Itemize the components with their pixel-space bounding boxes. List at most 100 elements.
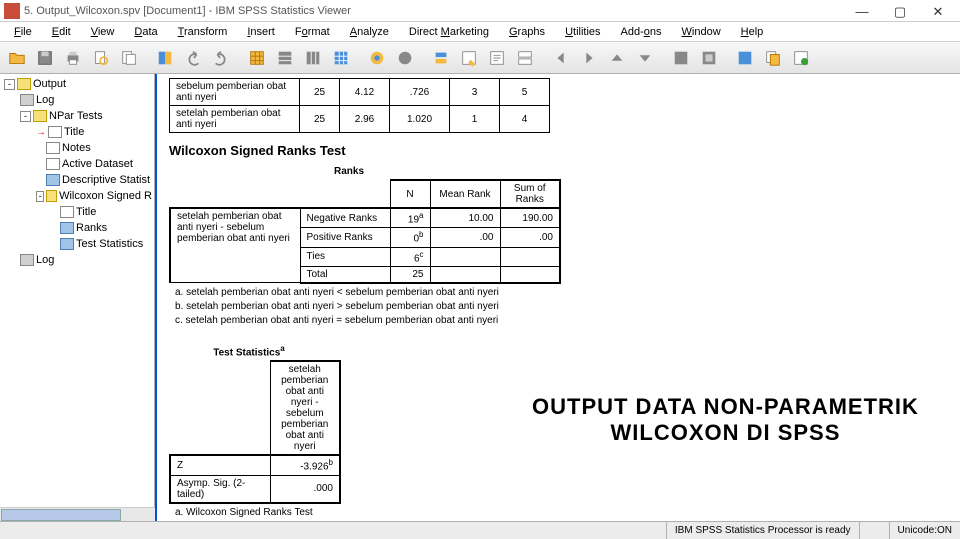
tree-notes[interactable]: Notes (62, 142, 91, 154)
variables-icon[interactable] (300, 45, 326, 71)
total-n: 25 (390, 266, 430, 283)
content-pane[interactable]: sebelum pemberian obat anti nyeri 25 4.1… (155, 74, 960, 521)
run-icon[interactable] (788, 45, 814, 71)
menu-utilities[interactable]: Utilities (557, 24, 608, 40)
save-icon[interactable] (32, 45, 58, 71)
title-bar: 5. Output_Wilcoxon.spv [Document1] - IBM… (0, 0, 960, 22)
export-icon[interactable] (116, 45, 142, 71)
menu-direct-marketing[interactable]: Direct Marketing (401, 24, 497, 40)
tree-title[interactable]: Title (64, 126, 84, 138)
cell: 4 (500, 106, 550, 133)
col-label: setelah pemberian obat anti nyeri - sebe… (270, 361, 340, 455)
tree-log1[interactable]: Log (36, 94, 54, 106)
z-label: Z (170, 455, 270, 475)
tree-output[interactable]: Output (33, 78, 66, 90)
log-icon (20, 254, 34, 266)
open-icon[interactable] (4, 45, 30, 71)
select-icon[interactable] (328, 45, 354, 71)
syntax-icon[interactable] (732, 45, 758, 71)
status-processor: IBM SPSS Statistics Processor is ready (666, 522, 859, 539)
tree-active[interactable]: Active Dataset (62, 158, 133, 170)
chart2-icon[interactable] (392, 45, 418, 71)
outline-hscroll[interactable] (0, 507, 155, 521)
cell: 1.020 (390, 106, 450, 133)
minimize-button[interactable]: — (852, 4, 872, 18)
tree-ranks[interactable]: Ranks (76, 222, 107, 234)
nav-down-icon[interactable] (632, 45, 658, 71)
designate-window-icon[interactable] (668, 45, 694, 71)
menu-data[interactable]: Data (126, 24, 165, 40)
outline-pane[interactable]: - Output Log - NPar Tests → Title Notes … (0, 74, 155, 521)
folder-icon (46, 190, 57, 202)
ranks-table[interactable]: N Mean Rank Sum of Ranks setelah pemberi… (169, 179, 561, 284)
descriptive-table[interactable]: sebelum pemberian obat anti nyeri 25 4.1… (169, 78, 550, 133)
status-unicode: Unicode:ON (889, 522, 960, 539)
menu-window[interactable]: Window (674, 24, 729, 40)
nav-up-icon[interactable] (604, 45, 630, 71)
cell: 4.12 (340, 79, 390, 106)
nav-back-icon[interactable] (548, 45, 574, 71)
menu-insert[interactable]: Insert (239, 24, 283, 40)
cell: 3 (450, 79, 500, 106)
dataset-icon (46, 158, 60, 170)
tree-log2[interactable]: Log (36, 254, 54, 266)
pos-n: 0b (390, 228, 430, 247)
scroll-thumb[interactable] (1, 509, 121, 521)
copy-icon[interactable] (760, 45, 786, 71)
insert-text-icon[interactable] (484, 45, 510, 71)
print-icon[interactable] (60, 45, 86, 71)
footnote-a: a. setelah pemberian obat anti nyeri < s… (175, 287, 948, 298)
tree-toggle-icon[interactable]: - (4, 79, 15, 90)
goto-data-icon[interactable] (244, 45, 270, 71)
undo-icon[interactable] (180, 45, 206, 71)
maximize-button[interactable]: ▢ (890, 4, 910, 18)
close-button[interactable]: ✕ (928, 4, 948, 18)
menu-transform[interactable]: Transform (170, 24, 236, 40)
app-icon (4, 3, 20, 19)
tree-desc[interactable]: Descriptive Statist (62, 174, 150, 186)
tree-wsr[interactable]: Wilcoxon Signed R (59, 190, 152, 202)
output-icon (17, 78, 31, 90)
teststat-title: Test Statisticsa (169, 344, 329, 358)
menu-graphs[interactable]: Graphs (501, 24, 553, 40)
designate-window2-icon[interactable] (696, 45, 722, 71)
ties-label: Ties (300, 247, 390, 266)
title-icon (48, 126, 62, 138)
window-controls: — ▢ ✕ (852, 4, 956, 18)
hdr-n: N (390, 180, 430, 208)
notes-icon (46, 142, 60, 154)
redo-icon[interactable] (208, 45, 234, 71)
menu-file[interactable]: File (6, 24, 40, 40)
pos-sum: .00 (500, 228, 560, 247)
teststat-table[interactable]: setelah pemberian obat anti nyeri - sebe… (169, 360, 341, 503)
z-val: -3.926b (270, 455, 340, 475)
menu-edit[interactable]: Edit (44, 24, 79, 40)
tree-title2[interactable]: Title (76, 206, 96, 218)
cell: 2.96 (340, 106, 390, 133)
insert-heading-icon[interactable] (428, 45, 454, 71)
tree-toggle-icon[interactable]: - (36, 191, 44, 202)
main-area: - Output Log - NPar Tests → Title Notes … (0, 74, 960, 521)
menu-view[interactable]: View (83, 24, 123, 40)
menu-addons[interactable]: Add-ons (613, 24, 670, 40)
goto-case-icon[interactable] (272, 45, 298, 71)
insert-title-icon[interactable] (456, 45, 482, 71)
preview-icon[interactable] (88, 45, 114, 71)
tree-toggle-icon[interactable]: - (20, 111, 31, 122)
tree-teststat[interactable]: Test Statistics (76, 238, 143, 250)
nav-forward-icon[interactable] (576, 45, 602, 71)
neg-mean: 10.00 (430, 208, 500, 228)
tree-npar[interactable]: NPar Tests (49, 110, 103, 122)
cell: 5 (500, 79, 550, 106)
footnote-c: c. setelah pemberian obat anti nyeri = s… (175, 315, 948, 326)
menu-format[interactable]: Format (287, 24, 338, 40)
page-break-icon[interactable] (512, 45, 538, 71)
menu-help[interactable]: Help (733, 24, 772, 40)
hdr-mean: Mean Rank (430, 180, 500, 208)
log-icon (20, 94, 34, 106)
hdr-sum: Sum of Ranks (500, 180, 560, 208)
title-icon (60, 206, 74, 218)
menu-analyze[interactable]: Analyze (342, 24, 397, 40)
chart-icon[interactable] (364, 45, 390, 71)
dialog-recall-icon[interactable] (152, 45, 178, 71)
